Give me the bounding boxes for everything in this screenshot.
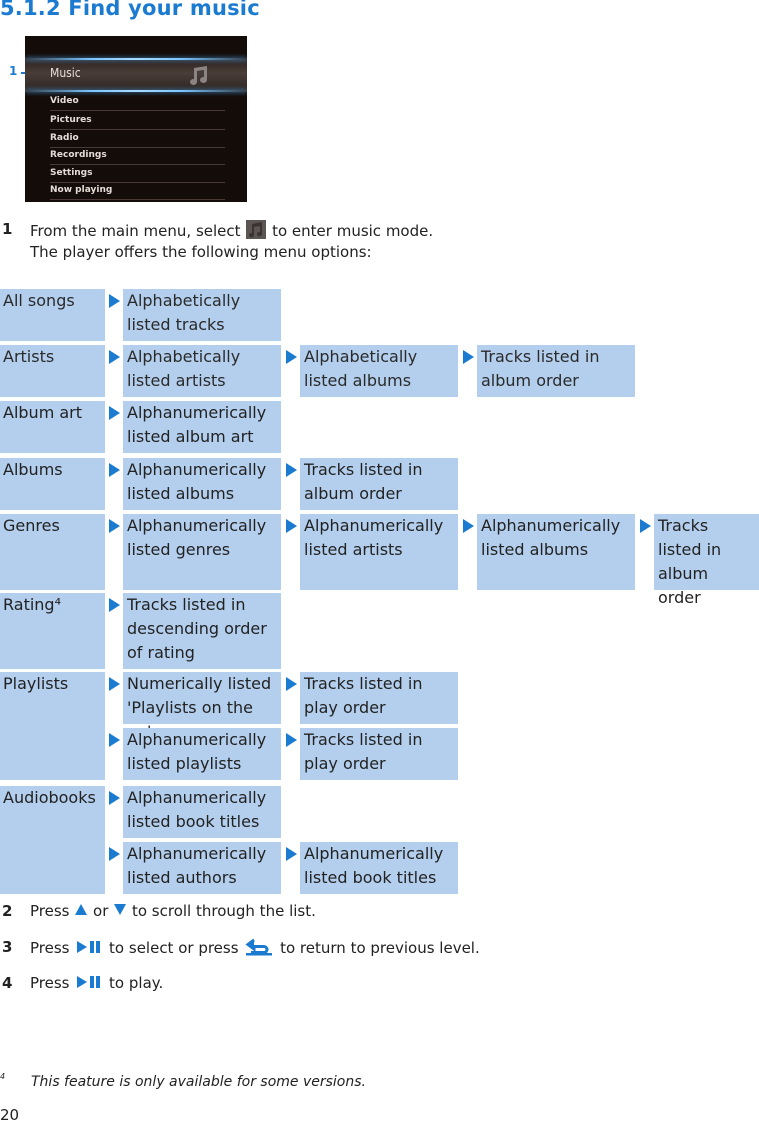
menu-level-cell: Tracks listed in album order <box>654 514 759 607</box>
device-menu-item: Recordings <box>50 148 225 165</box>
menu-category-cell: Rating⁴ <box>0 593 105 669</box>
menu-level-cell: Alphanumerically listed album art <box>123 401 281 453</box>
device-menu-item: Now playing <box>50 183 225 200</box>
play-pause-icon <box>77 941 101 953</box>
up-arrow-icon <box>75 904 88 915</box>
menu-level-cell: Tracks listed in album order <box>300 458 458 510</box>
step-number: 2 <box>2 902 13 920</box>
step-text-part: to play. <box>109 974 164 992</box>
step-text-part: to enter music mode. <box>272 222 434 240</box>
step-text-part: to scroll through the list. <box>131 902 316 920</box>
footnote-mark: 4 <box>0 1072 6 1081</box>
menu-category-cell: Genres <box>0 514 105 590</box>
music-note-icon <box>190 66 207 85</box>
menu-level-cell: Tracks listed in descending order of rat… <box>123 593 281 669</box>
menu-level-cell: Numerically listed 'Playlists on the go' <box>123 672 281 741</box>
device-menu-item: Pictures <box>50 113 225 130</box>
step-text: Press to play. <box>30 974 163 992</box>
device-screenshot: Music Video Pictures Radio Recordings Se… <box>25 36 247 202</box>
step-text: Press or to scroll through the list. <box>30 902 316 920</box>
arrow-right-icon <box>109 294 120 308</box>
step-text-part: Press <box>30 974 70 992</box>
arrow-right-icon <box>463 350 474 364</box>
arrow-right-icon <box>286 677 297 691</box>
page-number: 20 <box>0 1106 20 1124</box>
play-pause-icon <box>77 976 101 988</box>
menu-level-cell: Alphanumerically listed book titles <box>300 842 458 894</box>
section-heading: 5.1.2 Find your music <box>0 0 260 20</box>
step-number: 1 <box>2 220 13 238</box>
step-text-part: to select or press <box>109 939 239 957</box>
arrow-right-icon <box>286 519 297 533</box>
menu-level-cell: Alphanumerically listed genres <box>123 514 281 590</box>
callout-number: 1 <box>9 64 18 78</box>
step-text: Press to select or press to return to pr… <box>30 938 480 957</box>
menu-level-cell: Alphanumerically listed authors <box>123 842 281 894</box>
step-text-part: to return to previous level. <box>280 939 480 957</box>
menu-level-cell: Tracks listed in album order <box>477 345 635 397</box>
device-menu-item: Video <box>50 94 225 111</box>
arrow-right-icon <box>286 847 297 861</box>
menu-category-cell: Playlists <box>0 672 105 780</box>
arrow-right-icon <box>109 733 120 747</box>
menu-level-cell: Alphanumerically listed playlists <box>123 728 281 780</box>
footnote-text: This feature is only available for some … <box>31 1074 366 1090</box>
selected-menu-item: Music <box>25 58 247 92</box>
music-mode-icon <box>246 220 267 239</box>
arrow-right-icon <box>109 463 120 477</box>
back-icon <box>245 938 273 956</box>
arrow-right-icon <box>109 847 120 861</box>
selected-menu-label: Music <box>50 66 81 80</box>
arrow-right-icon <box>109 598 120 612</box>
menu-category-cell: Albums <box>0 458 105 510</box>
menu-level-cell: Alphanumerically listed albums <box>477 514 635 590</box>
menu-level-cell: Tracks listed in play order <box>300 728 458 780</box>
menu-level-cell: Alphanumerically listed artists <box>300 514 458 590</box>
arrow-right-icon <box>463 519 474 533</box>
arrow-right-icon <box>109 406 120 420</box>
menu-category-cell: Album art <box>0 401 105 453</box>
arrow-right-icon <box>109 791 120 805</box>
arrow-right-icon <box>286 733 297 747</box>
step-text-part: Press <box>30 902 70 920</box>
menu-category-cell: Audiobooks <box>0 786 105 894</box>
arrow-right-icon <box>109 350 120 364</box>
arrow-right-icon <box>286 463 297 477</box>
device-menu-item: Settings <box>50 166 225 183</box>
step-number: 4 <box>2 974 13 992</box>
arrow-right-icon <box>109 677 120 691</box>
step-text-part: or <box>93 902 109 920</box>
device-menu-item: Radio <box>50 131 225 148</box>
step-text-line2: The player offers the following menu opt… <box>30 243 372 261</box>
menu-level-cell: Alphabetically listed tracks <box>123 289 281 341</box>
step-number: 3 <box>2 938 13 956</box>
menu-category-cell: All songs <box>0 289 105 341</box>
step-text-part: Press <box>30 939 70 957</box>
menu-level-cell: Alphabetically listed albums <box>300 345 458 397</box>
menu-level-cell: Alphanumerically listed book titles <box>123 786 281 838</box>
step-text: From the main menu, select to enter musi… <box>30 220 433 240</box>
menu-level-cell: Tracks listed in play order <box>300 672 458 724</box>
menu-level-cell: Alphabetically listed artists <box>123 345 281 397</box>
down-arrow-icon <box>114 904 127 915</box>
arrow-right-icon <box>109 519 120 533</box>
step-text-part: From the main menu, select <box>30 222 241 240</box>
arrow-right-icon <box>286 350 297 364</box>
menu-category-cell: Artists <box>0 345 105 397</box>
menu-level-cell: Alphanumerically listed albums <box>123 458 281 510</box>
arrow-right-icon <box>640 519 651 533</box>
